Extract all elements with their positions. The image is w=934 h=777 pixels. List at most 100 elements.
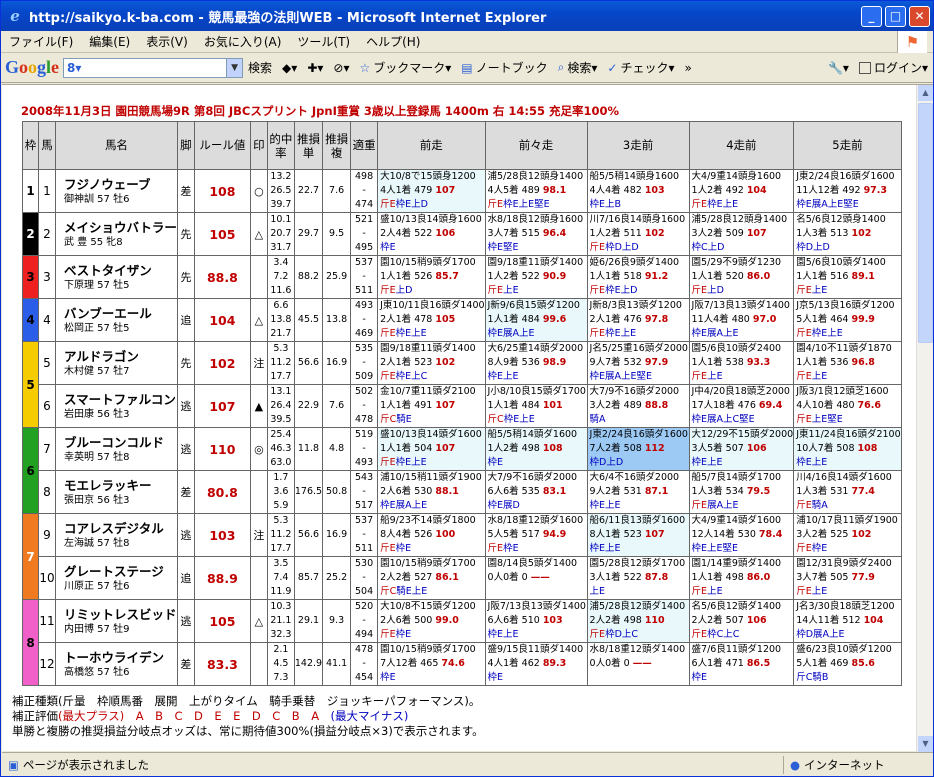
past-race-cell[interactable]: J中4/20良18頭芝2000 17人18着 476 69.4 枠E展A上C堅E: [688, 384, 795, 428]
past-race-cell[interactable]: 名5/6良12頭ダ1400 2人2着 507 106 斤E枠C上C: [688, 599, 795, 643]
search-dropdown-icon[interactable]: ▼: [226, 58, 243, 77]
past-race-cell[interactable]: 盛10/13良14頭ダ1600 1人1着 504 107 斤E枠E上E: [377, 427, 486, 471]
maximize-button[interactable]: □: [885, 5, 906, 27]
past-race-cell[interactable]: 金10/7重11頭ダ2100 1人1着 491 107 斤C騎E: [377, 384, 486, 428]
past-race-cell[interactable]: 大7/9不16頭ダ2000 6人6着 535 83.1 枠E展D: [484, 470, 588, 514]
past-race-cell[interactable]: 船5/5稍14頭身1600 4人4着 482 103 枠E上B: [586, 169, 690, 213]
past-race-cell[interactable]: 大6/4不16頭ダ2000 9人2着 531 87.1 枠E上E: [586, 470, 690, 514]
past-race-cell[interactable]: J東2/24良16頭ダ1600 7人2着 508 112 枠D上D: [586, 427, 690, 471]
past-race-cell[interactable]: 大7/9不16頭ダ2000 3人2着 489 88.8 騎A: [586, 384, 690, 428]
past-race-cell[interactable]: 園4/10不11頭ダ1870 1人1着 536 96.8 斤E上E: [793, 341, 902, 385]
past-race-cell[interactable]: J新8/3良13頭ダ1200 2人1着 476 97.8 斤E枠E上E: [586, 298, 690, 342]
past-race-cell[interactable]: 園8/14良5頭ダ1400 0人0着 0 ——: [484, 556, 588, 600]
horse-name[interactable]: ベストタイザン: [64, 262, 176, 279]
more-button[interactable]: »: [680, 61, 697, 75]
menu-help[interactable]: ヘルプ(H): [358, 33, 428, 50]
past-race-cell[interactable]: J東2/24良16頭ダ1600 11人12着 492 97.3 枠E展A上E堅E: [793, 169, 902, 213]
past-race-cell[interactable]: 水8/18重12頭ダ1600 5人5着 517 94.9 斤E枠E: [484, 513, 588, 557]
past-race-cell[interactable]: J京5/13良16頭ダ1200 5人1着 464 99.9 斤E枠E上E: [793, 298, 902, 342]
past-race-cell[interactable]: 水8/18重12頭ダ1400 0人0着 0 ——: [586, 642, 690, 686]
past-race-cell[interactable]: J東11/24良16頭ダ2100 10人7着 508 108 枠E上E: [793, 427, 902, 471]
past-race-cell[interactable]: 園1/14重9頭ダ1400 1人1着 498 86.0 斤E上E: [688, 556, 795, 600]
past-race-cell[interactable]: J名3/30良18頭芝1200 14人11着 512 104 枠D展A上E: [793, 599, 902, 643]
past-race-cell[interactable]: J阪7/13良13頭ダ1400 11人4着 480 97.0 枠E展A上E: [688, 298, 795, 342]
past-race-cell[interactable]: 浦10/15稍11頭ダ1900 2人6着 530 88.1 枠E展A上E: [377, 470, 486, 514]
past-race-cell[interactable]: 浦5/28良12頭ダ1400 2人2着 498 110 斤E枠D上C: [586, 599, 690, 643]
race-info: J小8/10良15頭ダ1700: [487, 386, 586, 397]
past-race-cell[interactable]: J名5/25重16頭ダ2000 9人7着 532 97.9 枠E展A上E堅E: [586, 341, 690, 385]
past-race-cell[interactable]: 園9/18重11頭ダ1400 2人1着 523 102 斤E枠E上C: [377, 341, 486, 385]
past-race-cell[interactable]: 園10/15稍9頭ダ1700 1人1着 526 85.7 斤E上D: [377, 255, 486, 299]
past-race-cell[interactable]: 大4/9重14頭ダ1600 12人14着 530 78.4 枠E上E堅E: [688, 513, 795, 557]
past-race-cell[interactable]: 盛10/13良14頭身1600 2人4着 522 106 枠E: [377, 212, 486, 256]
horse-name[interactable]: バンブーエール: [64, 305, 176, 322]
past-race-cell[interactable]: 盛7/6良11頭ダ1200 6人1着 471 86.5 枠E: [688, 642, 795, 686]
menu-view[interactable]: 表示(V): [138, 33, 196, 50]
menu-favorites[interactable]: お気に入り(A): [196, 33, 290, 50]
past-race-cell[interactable]: 浦10/17良11頭ダ1900 3人2着 525 102 斤E枠E: [793, 513, 902, 557]
past-race-cell[interactable]: 川7/16良14頭身1600 1人2着 511 102 斤E枠D上D: [586, 212, 690, 256]
scroll-down-icon[interactable]: ▼: [918, 736, 933, 752]
horse-name[interactable]: フジノウェーブ: [64, 176, 176, 193]
close-button[interactable]: ✕: [909, 5, 930, 27]
past-race-cell[interactable]: J阪3/1良12頭芝1600 4人10着 480 76.6 斤E上E堅E: [793, 384, 902, 428]
past-race-cell[interactable]: 水8/18良12頭身1600 3人7着 515 96.4 枠E堅E: [484, 212, 588, 256]
past-race-cell[interactable]: 大10/8不15頭ダ1200 2人6着 500 99.0 斤E枠E: [377, 599, 486, 643]
horse-name[interactable]: グレートステージ: [64, 563, 176, 580]
past-race-cell[interactable]: 大10/8で15頭身1200 4人1着 479 107 斤E枠E上D: [377, 169, 486, 213]
past-race-cell[interactable]: 大6/25重14頭ダ2000 8人9着 536 98.9 枠E上E: [484, 341, 588, 385]
horse-name[interactable]: リミットレスビッド: [64, 606, 176, 623]
past-race-cell[interactable]: J阪7/13良13頭ダ1400 6人6着 510 103 枠E上E: [484, 599, 588, 643]
notebook-button[interactable]: ▤ ノートブック: [456, 59, 552, 76]
bookmark-button[interactable]: ☆ ブックマーク ▾: [354, 59, 456, 76]
menu-tools[interactable]: ツール(T): [289, 33, 358, 50]
past-race-cell[interactable]: 名5/6良12頭身1400 1人3着 513 102 枠D上D: [793, 212, 902, 256]
past-race-cell[interactable]: 船9/23不14頭ダ1800 8人4着 526 100 斤E枠E: [377, 513, 486, 557]
past-race-cell[interactable]: 船5/7良14頭ダ1700 1人3着 534 79.5 斤E展A上E: [688, 470, 795, 514]
past-race-cell[interactable]: 園10/15稍9頭ダ1700 2人2着 527 86.1 斤C騎E上E: [377, 556, 486, 600]
wrench-icon[interactable]: 🔧▾: [823, 61, 854, 75]
past-race-cell[interactable]: 園5/28良12頭ダ1700 3人1着 522 87.8 上E: [586, 556, 690, 600]
past-race-cell[interactable]: 川4/16良14頭ダ1600 1人3着 531 77.4 斤E騎A: [793, 470, 902, 514]
search2-button[interactable]: ⌕ 検索 ▾: [553, 59, 603, 76]
past-race-cell[interactable]: 園5/6良10頭ダ2400 1人1着 538 93.3 斤E上E: [688, 341, 795, 385]
menu-edit[interactable]: 編集(E): [81, 33, 138, 50]
past-race-cell[interactable]: 船5/5稍14頭ダ1600 1人2着 498 108 枠E: [484, 427, 588, 471]
past-race-cell[interactable]: J小8/10良15頭ダ1700 1人1着 484 101 斤C枠E上E: [484, 384, 588, 428]
past-race-cell[interactable]: 園5/29不9頭ダ1230 1人1着 520 86.0 斤E上D: [688, 255, 795, 299]
horse-name[interactable]: トーホウライデン: [64, 649, 176, 666]
past-race-cell[interactable]: 盛9/15良11頭ダ1400 4人1着 462 89.3 枠E: [484, 642, 588, 686]
minimize-button[interactable]: _: [861, 5, 882, 27]
past-race-cell[interactable]: 船6/11良13頭ダ1600 8人1着 523 107 枠E上E: [586, 513, 690, 557]
past-race-cell[interactable]: 園10/15稍9頭ダ1700 7人12着 465 74.6 枠E: [377, 642, 486, 686]
spellcheck-button[interactable]: ✓ チェック ▾: [602, 59, 679, 76]
extension-icon[interactable]: ✚▾: [302, 61, 328, 75]
past-race-cell[interactable]: 園9/18重11頭ダ1400 1人2着 522 90.9 斤E上E: [484, 255, 588, 299]
horse-name[interactable]: アルドラゴン: [64, 348, 176, 365]
menu-file[interactable]: ファイル(F): [1, 33, 81, 50]
horse-name[interactable]: コアレスデジタル: [64, 520, 176, 537]
highlight-icon[interactable]: ◆▾: [277, 61, 302, 75]
google-search-button[interactable]: 検索: [243, 59, 277, 76]
past-race-cell[interactable]: 園5/6良10頭ダ1400 1人1着 516 89.1 斤E上E: [793, 255, 902, 299]
scroll-up-icon[interactable]: ▲: [918, 85, 933, 101]
login-button[interactable]: ログイン ▾: [854, 59, 933, 76]
past-race-cell[interactable]: 大4/9重14頭身1600 1人2着 492 104 斤E枠E上E: [688, 169, 795, 213]
scroll-thumb[interactable]: [918, 103, 933, 343]
past-race-cell[interactable]: 姫6/26良9頭ダ1400 1人1着 518 91.2 斤E枠E上D: [586, 255, 690, 299]
horse-name[interactable]: ブルーコンコルド: [64, 434, 176, 451]
past-race-cell[interactable]: 盛6/23良10頭ダ1200 5人1着 469 85.6 斤C騎B: [793, 642, 902, 686]
rule-value: 88.8: [193, 255, 251, 299]
past-race-cell[interactable]: 浦5/28良12頭身1400 4人5着 489 98.1 斤E枠E上E堅E: [484, 169, 588, 213]
past-race-cell[interactable]: 浦5/28良12頭身1400 3人2着 509 107 枠C上D: [688, 212, 795, 256]
block-icon[interactable]: ⊘▾: [328, 61, 354, 75]
google-search-input[interactable]: 8 ▾ ▼: [63, 57, 244, 78]
past-race-cell[interactable]: J新9/6良15頭ダ1200 1人1着 484 99.6 枠E展A上E: [484, 298, 588, 342]
past-race-cell[interactable]: J東10/11良16頭ダ1400 2人1着 478 105 斤E枠E上E: [377, 298, 486, 342]
horse-name[interactable]: モエレラッキー: [64, 477, 176, 494]
vertical-scrollbar[interactable]: ▲ ▼: [916, 85, 933, 752]
past-race-cell[interactable]: 園12/31良9頭ダ2400 3人7着 505 77.9 斤E上E: [793, 556, 902, 600]
horse-name[interactable]: スマートファルコン: [64, 391, 176, 408]
past-race-cell[interactable]: 大12/29不15頭ダ2000 3人5着 507 106 枠E上E: [688, 427, 795, 471]
horse-name[interactable]: メイショウバトラー: [64, 219, 176, 236]
